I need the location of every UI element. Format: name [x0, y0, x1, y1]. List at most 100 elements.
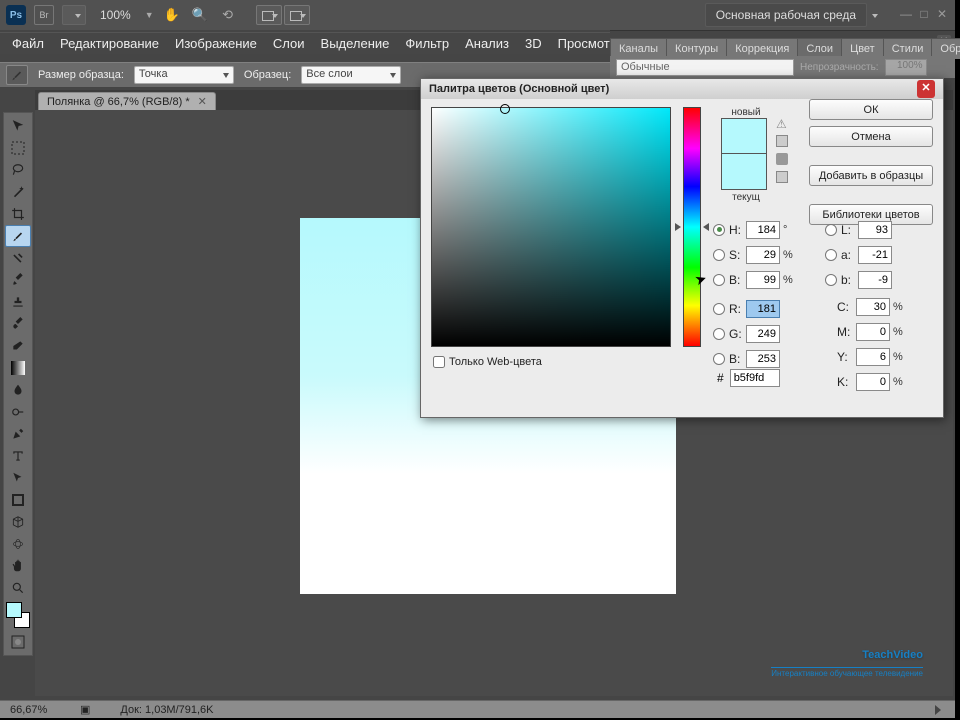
- menu-select[interactable]: Выделение: [313, 33, 398, 54]
- close-tab-icon[interactable]: ✕: [198, 95, 207, 108]
- web-only-checkbox[interactable]: [433, 356, 445, 368]
- move-tool[interactable]: [5, 115, 31, 137]
- shape-tool[interactable]: [5, 489, 31, 511]
- menu-analysis[interactable]: Анализ: [457, 33, 517, 54]
- lab-b-input[interactable]: [858, 271, 892, 289]
- blue-input[interactable]: [746, 350, 780, 368]
- blur-tool[interactable]: [5, 379, 31, 401]
- type-tool[interactable]: [5, 445, 31, 467]
- ok-button[interactable]: ОК: [809, 99, 933, 120]
- lab-b-radio[interactable]: [825, 274, 837, 286]
- hue-slider[interactable]: [683, 107, 701, 347]
- y-input[interactable]: [856, 348, 890, 366]
- r-input[interactable]: [746, 300, 780, 318]
- b-radio[interactable]: [713, 274, 725, 286]
- sample-size-select[interactable]: Точка: [134, 66, 234, 84]
- color-field[interactable]: [431, 107, 671, 347]
- history-brush-tool[interactable]: [5, 313, 31, 335]
- maximize-button[interactable]: □: [917, 8, 931, 22]
- h-input[interactable]: [746, 221, 780, 239]
- document-tab[interactable]: Полянка @ 66,7% (RGB/8) * ✕: [38, 92, 216, 110]
- bridge-icon[interactable]: Br: [34, 5, 54, 25]
- menu-file[interactable]: Файл: [4, 33, 52, 54]
- cancel-button[interactable]: Отмена: [809, 126, 933, 147]
- tool-preset-icon[interactable]: [6, 65, 28, 85]
- ps-logo-icon[interactable]: Ps: [6, 5, 26, 25]
- l-input[interactable]: [858, 221, 892, 239]
- healing-tool[interactable]: [5, 247, 31, 269]
- close-button[interactable]: ✕: [935, 8, 949, 22]
- stamp-tool[interactable]: [5, 291, 31, 313]
- dialog-titlebar[interactable]: Палитра цветов (Основной цвет) ✕: [421, 79, 943, 99]
- a-radio[interactable]: [825, 249, 837, 261]
- g-radio[interactable]: [713, 328, 725, 340]
- path-select-tool[interactable]: [5, 467, 31, 489]
- app-zoom-value[interactable]: 100%: [100, 8, 131, 22]
- chevron-down-icon[interactable]: ▼: [145, 10, 154, 20]
- scroll-right-icon[interactable]: [935, 705, 945, 715]
- zoom-tool-icon[interactable]: 🔍: [190, 5, 210, 25]
- menu-layer[interactable]: Слои: [265, 33, 313, 54]
- h-radio[interactable]: [713, 224, 725, 236]
- color-field-marker[interactable]: [500, 104, 510, 114]
- eyedropper-tool[interactable]: [5, 225, 31, 247]
- layout-dropdown[interactable]: [62, 5, 86, 25]
- hand-tool[interactable]: [5, 555, 31, 577]
- watermark-logo: TeachVideo: [862, 632, 923, 666]
- status-zoom[interactable]: 66,67%: [10, 704, 80, 716]
- hand-tool-icon[interactable]: ✋: [162, 5, 182, 25]
- lasso-tool[interactable]: [5, 159, 31, 181]
- hue-slider-handle-left[interactable]: [675, 223, 681, 231]
- brightness-input[interactable]: [746, 271, 780, 289]
- arrange-dropdown[interactable]: [284, 5, 310, 25]
- minimize-button[interactable]: —: [899, 8, 913, 22]
- s-input[interactable]: [746, 246, 780, 264]
- color-swatches[interactable]: [5, 601, 31, 629]
- blue-radio[interactable]: [713, 353, 725, 365]
- menu-3d[interactable]: 3D: [517, 33, 550, 54]
- sample-select[interactable]: Все слои: [301, 66, 401, 84]
- gradient-tool[interactable]: [5, 357, 31, 379]
- new-color-label: новый: [721, 107, 771, 118]
- zoom-tool-btn[interactable]: [5, 577, 31, 599]
- gamut-warning-icon[interactable]: ⚠: [776, 117, 788, 129]
- gamut-color-box[interactable]: [776, 135, 788, 147]
- opacity-value[interactable]: 100%: [885, 59, 927, 76]
- websafe-warning-icon[interactable]: [776, 153, 788, 165]
- s-radio[interactable]: [713, 249, 725, 261]
- quickmask-tool[interactable]: [5, 631, 31, 653]
- menu-image[interactable]: Изображение: [167, 33, 265, 54]
- add-swatch-button[interactable]: Добавить в образцы: [809, 165, 933, 186]
- status-doc-size[interactable]: Док: 1,03M/791,6K: [120, 704, 213, 716]
- eraser-tool[interactable]: [5, 335, 31, 357]
- websafe-color-box[interactable]: [776, 171, 788, 183]
- hue-slider-handle-right[interactable]: [703, 223, 709, 231]
- marquee-tool[interactable]: [5, 137, 31, 159]
- brush-tool[interactable]: [5, 269, 31, 291]
- 3d-camera-tool[interactable]: [5, 533, 31, 555]
- rotate-view-icon[interactable]: ⟲: [218, 5, 238, 25]
- crop-tool[interactable]: [5, 203, 31, 225]
- c-input[interactable]: [856, 298, 890, 316]
- web-only-checkbox-row[interactable]: Только Web-цвета: [433, 356, 542, 368]
- hex-input[interactable]: [730, 369, 780, 387]
- dodge-tool[interactable]: [5, 401, 31, 423]
- g-input[interactable]: [746, 325, 780, 343]
- dialog-close-button[interactable]: ✕: [917, 80, 935, 98]
- a-input[interactable]: [858, 246, 892, 264]
- screen-mode-dropdown[interactable]: [256, 5, 282, 25]
- menu-edit[interactable]: Редактирование: [52, 33, 167, 54]
- r-radio[interactable]: [713, 303, 725, 315]
- current-color-swatch[interactable]: [721, 154, 767, 190]
- k-input[interactable]: [856, 373, 890, 391]
- foreground-color-swatch[interactable]: [6, 602, 22, 618]
- m-input[interactable]: [856, 323, 890, 341]
- pen-tool[interactable]: [5, 423, 31, 445]
- 3d-tool[interactable]: [5, 511, 31, 533]
- menu-filter[interactable]: Фильтр: [397, 33, 457, 54]
- wand-tool[interactable]: [5, 181, 31, 203]
- status-doc-icon[interactable]: ▣: [80, 703, 90, 716]
- blend-mode-select[interactable]: Обычные: [616, 59, 794, 76]
- l-radio[interactable]: [825, 224, 837, 236]
- workspace-selector[interactable]: Основная рабочая среда: [705, 3, 867, 27]
